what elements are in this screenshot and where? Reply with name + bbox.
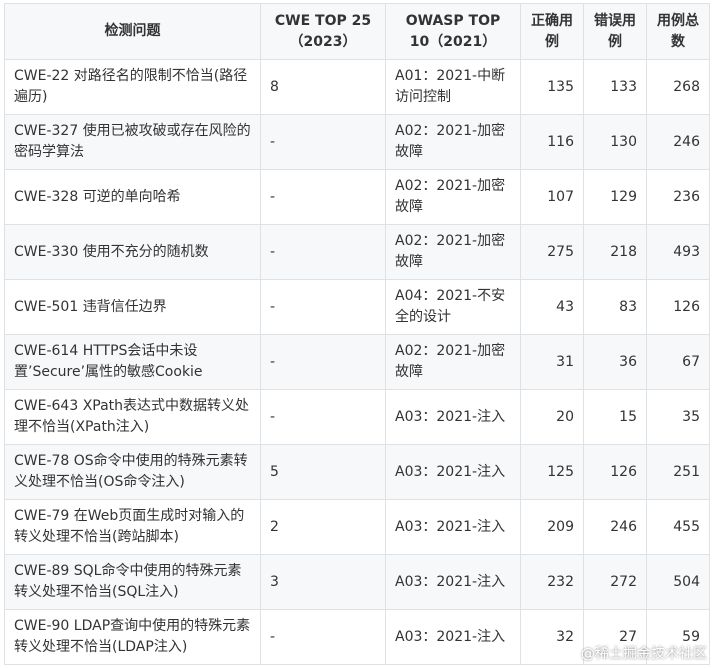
watermark: @稀土掘金技术社区 xyxy=(581,646,707,662)
cell-correct: 135 xyxy=(520,59,584,115)
cell-total: 493 xyxy=(646,224,710,280)
header-owasp-top10: OWASP TOP 10（2021） xyxy=(385,3,521,60)
header-correct-cases: 正确用例 xyxy=(520,3,584,60)
cell-total: 126 xyxy=(646,279,710,335)
cell-owasp: A02：2021-加密故障 xyxy=(385,114,521,170)
cell-owasp: A02：2021-加密故障 xyxy=(385,224,521,280)
cell-issue: CWE-614 HTTPS会话中未设置’Secure’属性的敏感Cookie xyxy=(4,334,261,390)
cell-owasp: A02：2021-加密故障 xyxy=(385,334,521,390)
cell-correct: 232 xyxy=(520,554,584,610)
cell-total: 455 xyxy=(646,499,710,555)
cell-wrong: 133 xyxy=(583,59,647,115)
cell-correct: 20 xyxy=(520,389,584,445)
cell-owasp: A03：2021-注入 xyxy=(385,389,521,445)
header-wrong-cases: 错误用例 xyxy=(583,3,647,60)
table-row: CWE-614 HTTPS会话中未设置’Secure’属性的敏感Cookie - A… xyxy=(4,334,710,390)
cell-correct: 275 xyxy=(520,224,584,280)
cell-owasp: A03：2021-注入 xyxy=(385,609,521,665)
table-row: CWE-22 对路径名的限制不恰当(路径遍历) 8 A01：2021-中断访问控制 1… xyxy=(4,59,710,115)
cell-wrong: 246 xyxy=(583,499,647,555)
cell-cwe-rank: 5 xyxy=(260,444,386,500)
cell-owasp: A03：2021-注入 xyxy=(385,499,521,555)
cell-wrong: 272 xyxy=(583,554,647,610)
cell-correct: 31 xyxy=(520,334,584,390)
cell-cwe-rank: - xyxy=(260,169,386,225)
cell-cwe-rank: 2 xyxy=(260,499,386,555)
cell-total: 67 xyxy=(646,334,710,390)
cell-cwe-rank: - xyxy=(260,224,386,280)
header-total-cases: 用例总数 xyxy=(646,3,710,60)
cell-owasp: A03：2021-注入 xyxy=(385,444,521,500)
cell-wrong: 36 xyxy=(583,334,647,390)
cell-issue: CWE-89 SQL命令中使用的特殊元素转义处理不恰当(SQL注入) xyxy=(4,554,261,610)
cell-correct: 107 xyxy=(520,169,584,225)
cell-correct: 125 xyxy=(520,444,584,500)
cell-total: 236 xyxy=(646,169,710,225)
cell-owasp: A01：2021-中断访问控制 xyxy=(385,59,521,115)
cell-total: 504 xyxy=(646,554,710,610)
cell-issue: CWE-79 在Web页面生成时对输入的转义处理不恰当(跨站脚本) xyxy=(4,499,261,555)
cell-issue: CWE-643 XPath表达式中数据转义处理不恰当(XPath注入) xyxy=(4,389,261,445)
cell-correct: 116 xyxy=(520,114,584,170)
cell-correct: 43 xyxy=(520,279,584,335)
cell-owasp: A02：2021-加密故障 xyxy=(385,169,521,225)
cell-cwe-rank: - xyxy=(260,609,386,665)
cell-issue: CWE-327 使用已被攻破或存在风险的密码学算法 xyxy=(4,114,261,170)
table-row: CWE-328 可逆的单向哈希 - A02：2021-加密故障 107 129 236 xyxy=(4,169,710,225)
cell-owasp: A03：2021-注入 xyxy=(385,554,521,610)
cell-issue: CWE-90 LDAP查询中使用的特殊元素转义处理不恰当(LDAP注入) xyxy=(4,609,261,665)
header-issue: 检测问题 xyxy=(4,3,261,60)
cell-wrong: 126 xyxy=(583,444,647,500)
table-row: CWE-327 使用已被攻破或存在风险的密码学算法 - A02：2021-加密故障 1… xyxy=(4,114,710,170)
cell-wrong: 130 xyxy=(583,114,647,170)
cell-correct: 209 xyxy=(520,499,584,555)
cell-correct: 32 xyxy=(520,609,584,665)
cell-cwe-rank: - xyxy=(260,279,386,335)
cell-total: 268 xyxy=(646,59,710,115)
cell-total: 246 xyxy=(646,114,710,170)
table-row: CWE-501 违背信任边界 - A04：2021-不安全的设计 43 83 126 xyxy=(4,279,710,335)
cell-owasp: A04：2021-不安全的设计 xyxy=(385,279,521,335)
table-body: CWE-22 对路径名的限制不恰当(路径遍历) 8 A01：2021-中断访问控制 1… xyxy=(4,59,710,665)
cell-issue: CWE-78 OS命令中使用的特殊元素转义处理不恰当(OS命令注入) xyxy=(4,444,261,500)
cell-wrong: 129 xyxy=(583,169,647,225)
cell-total: 251 xyxy=(646,444,710,500)
table-row: CWE-330 使用不充分的随机数 - A02：2021-加密故障 275 218 493 xyxy=(4,224,710,280)
cwe-owasp-table: 检测问题 CWE TOP 25（2023） OWASP TOP 10（2021）… xyxy=(4,3,710,665)
cell-cwe-rank: - xyxy=(260,334,386,390)
table-row: CWE-79 在Web页面生成时对输入的转义处理不恰当(跨站脚本) 2 A03：20… xyxy=(4,499,710,555)
cell-cwe-rank: - xyxy=(260,114,386,170)
cell-issue: CWE-22 对路径名的限制不恰当(路径遍历) xyxy=(4,59,261,115)
cell-issue: CWE-501 违背信任边界 xyxy=(4,279,261,335)
cell-wrong: 218 xyxy=(583,224,647,280)
header-cwe-top25: CWE TOP 25（2023） xyxy=(260,3,386,60)
table-row: CWE-643 XPath表达式中数据转义处理不恰当(XPath注入) - A03：… xyxy=(4,389,710,445)
cell-issue: CWE-330 使用不充分的随机数 xyxy=(4,224,261,280)
table-header-row: 检测问题 CWE TOP 25（2023） OWASP TOP 10（2021）… xyxy=(4,3,710,60)
cell-total: 35 xyxy=(646,389,710,445)
cell-wrong: 83 xyxy=(583,279,647,335)
cell-cwe-rank: 8 xyxy=(260,59,386,115)
cell-issue: CWE-328 可逆的单向哈希 xyxy=(4,169,261,225)
cell-cwe-rank: - xyxy=(260,389,386,445)
table-row: CWE-89 SQL命令中使用的特殊元素转义处理不恰当(SQL注入) 3 A03：2… xyxy=(4,554,710,610)
cell-cwe-rank: 3 xyxy=(260,554,386,610)
cell-wrong: 15 xyxy=(583,389,647,445)
table-row: CWE-78 OS命令中使用的特殊元素转义处理不恰当(OS命令注入) 5 A03：2… xyxy=(4,444,710,500)
